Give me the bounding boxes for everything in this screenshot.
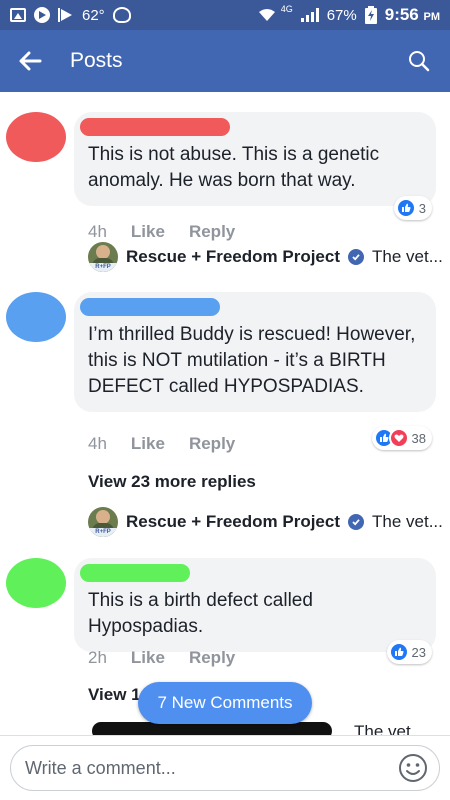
gallery-notification-icon: [10, 8, 26, 22]
comment-time[interactable]: 2h: [88, 648, 107, 668]
page-avatar[interactable]: R+FP: [88, 242, 118, 272]
verified-badge-icon: [348, 514, 365, 530]
comment-input[interactable]: [10, 745, 440, 791]
comment-bubble[interactable]: This is a birth defect called Hypospadia…: [74, 558, 436, 652]
page-avatar[interactable]: R+FP: [88, 507, 118, 537]
media-notification-icon: [34, 7, 50, 23]
status-bar: 62° 4G 67% 9:56 PM: [0, 0, 450, 30]
reaction-count: 23: [411, 644, 426, 660]
battery-percent: 67%: [326, 6, 357, 24]
comment-actions: 2h Like Reply: [88, 648, 235, 668]
like-button[interactable]: Like: [131, 222, 165, 242]
page-reply-preview[interactable]: R+FP Rescue + Freedom Project The vet...: [88, 242, 443, 272]
redacted-author-name: [80, 298, 220, 316]
page-name[interactable]: Rescue + Freedom Project: [126, 512, 340, 532]
network-type: 4G: [280, 4, 293, 14]
back-button[interactable]: [0, 30, 60, 92]
like-button[interactable]: Like: [131, 648, 165, 668]
battery-charging-icon: [364, 6, 377, 24]
play-store-notification-icon: [58, 8, 74, 22]
comment-actions: 4h Like Reply: [88, 434, 235, 454]
emoji-button[interactable]: [398, 753, 428, 783]
avatar[interactable]: [6, 112, 66, 162]
comment-bubble[interactable]: This is not abuse. This is a genetic ano…: [74, 112, 436, 206]
reaction-count: 38: [411, 430, 426, 446]
comment-actions: 4h Like Reply: [88, 222, 235, 242]
temperature: 62°: [82, 6, 105, 24]
view-more-replies-link-partial[interactable]: View 1: [88, 685, 141, 705]
clock-time: 9:56: [384, 5, 419, 24]
clock-ampm: PM: [423, 11, 441, 23]
smiley-icon: [399, 754, 427, 782]
wifi-icon: [257, 8, 277, 22]
page-reply-preview[interactable]: R+FP Rescue + Freedom Project The vet...: [88, 507, 443, 537]
view-more-replies-link[interactable]: View 23 more replies: [88, 472, 256, 492]
like-reaction-icon: [395, 198, 416, 218]
reaction-summary[interactable]: 3: [393, 196, 432, 220]
reply-button[interactable]: Reply: [189, 222, 235, 242]
reaction-summary[interactable]: 23: [386, 640, 432, 664]
reply-button[interactable]: Reply: [189, 648, 235, 668]
comment-bubble[interactable]: I’m thrilled Buddy is rescued! However, …: [74, 292, 436, 412]
reaction-count: 3: [418, 200, 426, 216]
page-avatar-tag: R+FP: [88, 263, 118, 272]
reply-snippet-partial: The vet: [354, 722, 411, 735]
avatar[interactable]: [6, 292, 66, 342]
reply-snippet: The vet...: [372, 512, 443, 531]
like-reaction-icon: [388, 642, 409, 662]
comment-time[interactable]: 4h: [88, 222, 107, 242]
arrow-left-icon: [19, 51, 42, 71]
avatar[interactable]: [6, 558, 66, 608]
signal-icon: [300, 8, 319, 22]
comment-text: This is not abuse. This is a genetic ano…: [88, 144, 380, 191]
reply-snippet: The vet...: [372, 247, 443, 266]
comments-feed[interactable]: This is not abuse. This is a genetic ano…: [0, 92, 450, 735]
comment-time[interactable]: 4h: [88, 434, 107, 454]
comment-text: This is a birth defect called Hypospadia…: [88, 590, 313, 637]
clock: 9:56 PM: [385, 5, 440, 25]
page-title: Posts: [70, 49, 123, 72]
reaction-summary[interactable]: 38: [371, 426, 432, 450]
alarm-icon: [112, 7, 131, 23]
app-bar: Posts: [0, 30, 450, 92]
reply-button[interactable]: Reply: [189, 434, 235, 454]
redacted-author-name: [80, 118, 230, 136]
redacted-author-name: [80, 564, 190, 582]
page-avatar-tag: R+FP: [88, 528, 118, 537]
page-name[interactable]: Rescue + Freedom Project: [126, 247, 340, 267]
comment-text: I’m thrilled Buddy is rescued! However, …: [88, 324, 416, 397]
new-comments-button[interactable]: 7 New Comments: [138, 682, 312, 724]
search-button[interactable]: [388, 30, 450, 92]
comment-composer: [0, 735, 450, 800]
like-button[interactable]: Like: [131, 434, 165, 454]
search-icon: [409, 51, 430, 72]
love-reaction-icon: [388, 428, 409, 448]
verified-badge-icon: [348, 249, 365, 265]
